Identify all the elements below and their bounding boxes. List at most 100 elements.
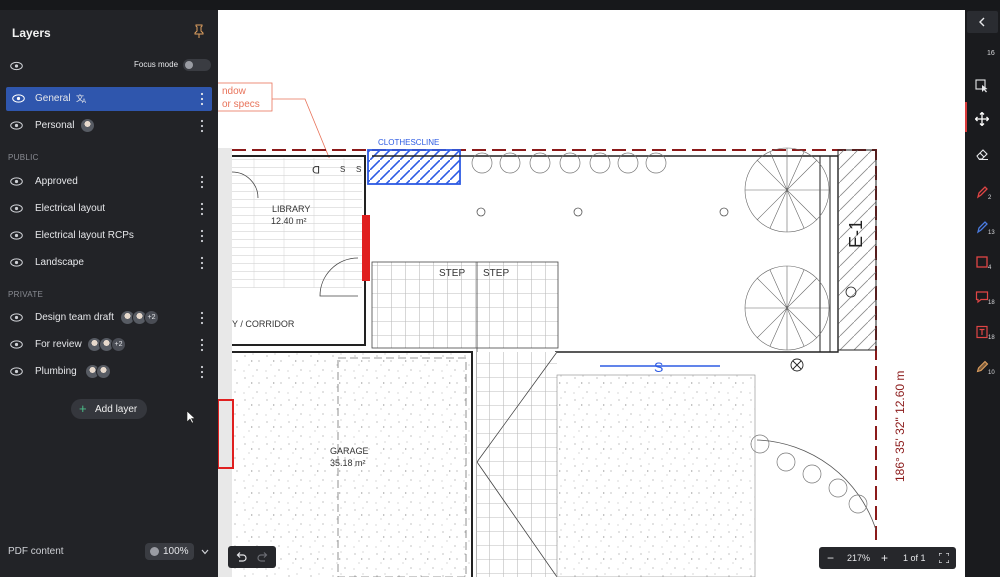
room-name-garage: GARAGE <box>330 446 369 456</box>
active-tool-indicator <box>965 102 967 132</box>
chevron-down-icon[interactable] <box>201 549 209 555</box>
more-options-icon[interactable] <box>200 256 204 270</box>
text-box-icon <box>976 325 988 339</box>
more-options-icon[interactable] <box>200 119 204 133</box>
tool-count: 2 <box>988 195 992 201</box>
toggle-knob <box>185 61 193 69</box>
pen-red-tool[interactable]: 2 <box>965 178 1000 208</box>
pdf-content-label: PDF content <box>8 546 64 557</box>
comment-icon <box>975 291 989 304</box>
fullscreen-icon[interactable] <box>939 553 949 563</box>
add-layer-label: Add layer <box>95 404 138 415</box>
small-tag: S <box>356 165 361 174</box>
layer-row-design-team-draft[interactable]: Design team draft +2 <box>0 306 218 330</box>
svg-text:A: A <box>82 99 86 104</box>
eraser-tool[interactable] <box>965 140 1000 170</box>
boundary-label: 186° 35' 32" 12.60 m <box>893 371 907 482</box>
eye-icon[interactable] <box>10 230 23 241</box>
focus-mode-toggle[interactable] <box>183 59 211 71</box>
more-options-icon[interactable] <box>200 202 204 216</box>
layer-row-electrical-layout[interactable]: Electrical layout <box>0 197 218 221</box>
eye-icon[interactable] <box>10 120 23 131</box>
avatar <box>80 118 95 133</box>
rectangle-icon <box>976 256 988 268</box>
floor-plan: ndow or specs 186° 35' 32" 12.60 m LIBRA… <box>218 82 907 577</box>
eye-icon[interactable] <box>10 312 23 323</box>
text-box-tool[interactable]: 18 <box>965 318 1000 348</box>
zoom-in-button[interactable]: + <box>881 551 888 565</box>
elevation-tag: E-1 <box>846 220 866 248</box>
select-tool[interactable] <box>965 72 1000 102</box>
room-area-garage: 35.18 m² <box>330 458 366 468</box>
eraser-icon <box>976 149 988 161</box>
pin-icon[interactable] <box>192 24 206 38</box>
layer-row-plumbing[interactable]: Plumbing <box>0 360 218 384</box>
layer-label: Landscape <box>35 257 84 268</box>
zoom-level: 217% <box>847 553 871 563</box>
eye-icon[interactable] <box>10 366 23 377</box>
more-options-icon[interactable] <box>200 365 204 379</box>
collapse-toolbar-button[interactable] <box>967 11 998 33</box>
page-indicator: 1 of 1 <box>903 553 926 563</box>
chevron-left-icon <box>979 17 985 27</box>
markup-note-line-2: or specs <box>222 99 260 110</box>
layer-row-landscape[interactable]: Landscape <box>0 251 218 275</box>
markup-note-line-1: ndow <box>222 86 247 97</box>
layer-row-electrical-layout-rcps[interactable]: Electrical layout RCPs <box>0 224 218 248</box>
layer-row-approved[interactable]: Approved <box>0 170 218 194</box>
eye-icon[interactable] <box>10 176 23 187</box>
window-markup[interactable] <box>362 215 370 281</box>
add-layer-button[interactable]: + Add layer <box>71 399 147 419</box>
undo-icon[interactable] <box>235 551 247 563</box>
step-label: STEP <box>439 268 465 279</box>
layer-label: Electrical layout <box>35 203 106 214</box>
eye-icon[interactable] <box>10 257 23 268</box>
pen-red-icon <box>976 186 988 199</box>
more-options-icon[interactable] <box>200 175 204 189</box>
rectangle-tool[interactable]: 4 <box>965 248 1000 278</box>
tool-count: 10 <box>988 370 995 376</box>
layer-row-personal[interactable]: Personal <box>0 114 218 138</box>
avatar <box>96 364 111 379</box>
panel-title: Layers <box>12 26 51 40</box>
more-options-icon[interactable] <box>200 92 204 106</box>
undo-redo-bar <box>228 546 276 568</box>
member-count-badge: +2 <box>144 310 159 325</box>
tool-count: 4 <box>988 265 992 271</box>
page-count-badge: 16 <box>987 50 995 57</box>
layer-row-general[interactable]: General 文A <box>6 87 212 111</box>
layer-label: Personal <box>35 120 75 131</box>
pdf-opacity-value: 100% <box>163 546 189 557</box>
section-label-private: PRIVATE <box>8 290 44 299</box>
room-area-library: 12.40 m² <box>271 216 307 226</box>
redo-icon[interactable] <box>257 551 269 563</box>
pen-blue-tool[interactable]: 13 <box>965 213 1000 243</box>
eye-icon[interactable] <box>12 93 25 104</box>
opacity-icon <box>150 547 159 556</box>
more-options-icon[interactable] <box>200 311 204 325</box>
layer-label: Electrical layout RCPs <box>35 230 134 241</box>
clothesline-markup[interactable] <box>367 149 461 185</box>
section-label-public: PUBLIC <box>8 153 39 162</box>
step-label: STEP <box>483 268 509 279</box>
pan-icon <box>975 112 989 126</box>
pan-tool[interactable] <box>965 105 1000 135</box>
comment-tool[interactable]: 18 <box>965 283 1000 313</box>
eye-icon[interactable] <box>10 339 23 350</box>
layer-label: General <box>35 93 71 104</box>
pencil-tool[interactable]: 10 <box>965 353 1000 383</box>
eye-icon[interactable] <box>10 203 23 214</box>
zoom-controls: − 217% + 1 of 1 <box>819 547 956 569</box>
more-options-icon[interactable] <box>200 338 204 352</box>
pdf-opacity-control[interactable]: 100% <box>145 543 194 560</box>
more-options-icon[interactable] <box>200 229 204 243</box>
room-name-library: LIBRARY <box>272 204 310 214</box>
layer-row-for-review[interactable]: For review +2 <box>0 333 218 357</box>
drawing-canvas[interactable]: ndow or specs 186° 35' 32" 12.60 m LIBRA… <box>218 10 965 577</box>
layer-label: Approved <box>35 176 78 187</box>
layer-label: Design team draft <box>35 312 114 323</box>
eye-icon[interactable] <box>10 61 23 71</box>
layers-panel: Layers Focus mode General 文A Personal PU… <box>0 10 218 577</box>
zoom-out-button[interactable]: − <box>827 551 834 565</box>
translate-icon: 文A <box>76 93 86 104</box>
